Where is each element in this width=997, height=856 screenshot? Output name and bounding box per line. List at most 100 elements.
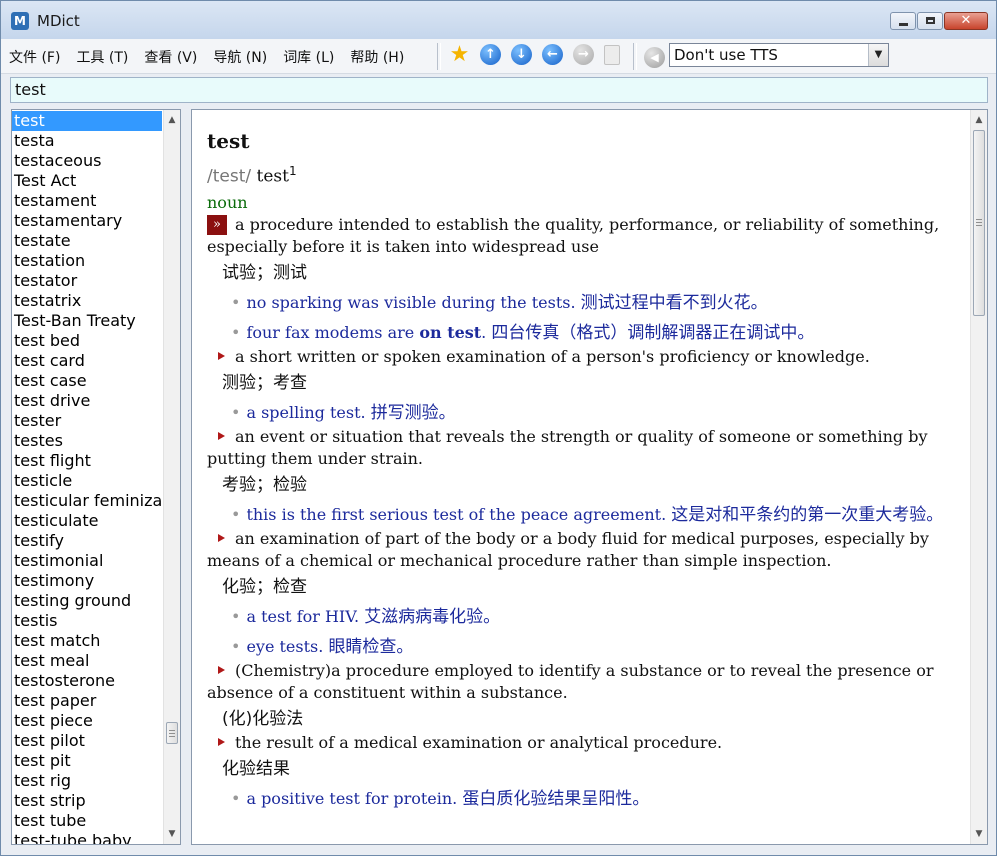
example-sentence: • a spelling test. 拼写测验。 [231, 400, 957, 426]
scroll-up-icon[interactable]: ▲ [971, 112, 987, 128]
word-list-item[interactable]: test bed [12, 331, 162, 351]
menu-navigate[interactable]: 导航 (N) [213, 47, 267, 67]
example-text: a positive test for protein. [246, 788, 458, 808]
search-input[interactable]: test [10, 77, 988, 103]
sense-definition: » a procedure intended to establish the q… [207, 214, 957, 258]
close-button[interactable]: ✕ [944, 12, 988, 30]
forward-icon[interactable]: → [573, 44, 594, 65]
star-icon[interactable]: ★ [449, 44, 470, 66]
word-list-item[interactable]: test match [12, 631, 162, 651]
word-list-item[interactable]: testes [12, 431, 162, 451]
word-list-item[interactable]: testaceous [12, 151, 162, 171]
word-list-item[interactable]: test strip [12, 791, 162, 811]
bullet-icon: • [231, 504, 241, 524]
word-list-item[interactable]: testiculate [12, 511, 162, 531]
word-list-item[interactable]: test paper [12, 691, 162, 711]
word-list-item[interactable]: test tube [12, 811, 162, 831]
example-text: . [481, 322, 487, 342]
sense: (Chemistry)a procedure employed to ident… [207, 660, 957, 732]
word-list-item[interactable]: testatrix [12, 291, 162, 311]
word-list-item[interactable]: testa [12, 131, 162, 151]
word-list-item[interactable]: testis [12, 611, 162, 631]
headword: test [207, 129, 250, 153]
word-list-item[interactable]: test drive [12, 391, 162, 411]
example-translation: 这是对和平条约的第一次重大考验。 [671, 504, 944, 525]
back-icon[interactable]: ← [542, 44, 563, 65]
word-list-item[interactable]: test-tube baby [12, 831, 162, 844]
word-list-item[interactable]: test pilot [12, 731, 162, 751]
bullet-icon: • [231, 788, 241, 808]
word-list-item[interactable]: testosterone [12, 671, 162, 691]
sense: an event or situation that reveals the s… [207, 426, 957, 528]
sense: » a procedure intended to establish the q… [207, 214, 957, 346]
example-translation: 测试过程中看不到火花。 [580, 292, 768, 313]
definition-text: an event or situation that reveals the s… [207, 426, 928, 468]
app-logo-icon: M [11, 12, 29, 30]
menu-file[interactable]: 文件 (F) [9, 47, 60, 67]
word-list-item[interactable]: Test Act [12, 171, 162, 191]
homograph-number: 1 [288, 164, 297, 178]
word-list-item[interactable]: test meal [12, 651, 162, 671]
clipboard-icon[interactable] [604, 45, 620, 65]
menu-help[interactable]: 帮助 (H) [350, 47, 404, 67]
word-list-item[interactable]: testicular feminiza [12, 491, 162, 511]
chinese-translation: 化验；检查 [222, 576, 307, 597]
example-translation: 眼睛检查。 [328, 636, 414, 657]
scroll-thumb[interactable] [973, 130, 985, 316]
maximize-button[interactable] [917, 12, 943, 30]
menu-library[interactable]: 词库 (L) [283, 47, 334, 67]
bullet-icon: • [231, 402, 241, 422]
bullet-icon: • [231, 322, 241, 342]
minimize-icon [899, 23, 908, 26]
word-list-scrollbar[interactable]: ▲ ▼ [163, 110, 180, 844]
word-list-item[interactable]: tester [12, 411, 162, 431]
word-list-item[interactable]: testator [12, 271, 162, 291]
word-list-item[interactable]: testamentary [12, 211, 162, 231]
example-sentence: • a test for HIV. 艾滋病病毒化验。 [231, 604, 957, 630]
scroll-down-icon[interactable]: ▼ [164, 826, 180, 842]
example-translation: 拼写测验。 [370, 402, 456, 423]
word-list-item[interactable]: test piece [12, 711, 162, 731]
word-list-item[interactable]: test flight [12, 451, 162, 471]
sense-definition: a short written or spoken examination of… [207, 346, 957, 368]
sense: the result of a medical examination or a… [207, 732, 957, 812]
word-list-item[interactable]: test [12, 111, 162, 131]
definition-text: a procedure intended to establish the qu… [207, 214, 940, 256]
dictionary-entry: test /test/ test1 noun » a procedure inte… [207, 130, 957, 812]
word-list-item[interactable]: testing ground [12, 591, 162, 611]
word-list-item[interactable]: testimony [12, 571, 162, 591]
scroll-thumb[interactable] [166, 722, 178, 744]
part-of-speech: noun [207, 192, 248, 212]
word-list-item[interactable]: test case [12, 371, 162, 391]
chevron-down-icon[interactable]: ▼ [868, 44, 888, 66]
word-list-item[interactable]: testicle [12, 471, 162, 491]
definition-scrollbar[interactable]: ▲ ▼ [970, 110, 987, 844]
word-list-item[interactable]: testimonial [12, 551, 162, 571]
scroll-down-icon[interactable]: ▼ [971, 826, 987, 842]
chinese-translation: 试验；测试 [222, 262, 307, 283]
sense-marker-icon[interactable]: » [207, 214, 227, 235]
down-icon[interactable]: ↓ [511, 44, 532, 65]
toolbar-icons: ★ ↑ ↓ ← → [449, 44, 630, 66]
chinese-translation: 化验结果 [222, 758, 290, 779]
word-list-item[interactable]: testate [12, 231, 162, 251]
tts-select[interactable]: Don't use TTS ▼ [669, 43, 889, 67]
word-list-item[interactable]: test pit [12, 751, 162, 771]
word-list-item[interactable]: testament [12, 191, 162, 211]
example-text: a test for HIV. [246, 606, 360, 626]
menu-tools[interactable]: 工具 (T) [76, 47, 128, 67]
word-list-item[interactable]: testify [12, 531, 162, 551]
tts-speaker-icon[interactable]: ◀ [644, 47, 665, 68]
up-icon[interactable]: ↑ [480, 44, 501, 65]
title-bar[interactable]: M MDict ✕ [1, 1, 996, 39]
minimize-button[interactable] [890, 12, 916, 30]
word-list-item[interactable]: test card [12, 351, 162, 371]
word-list-item[interactable]: test rig [12, 771, 162, 791]
window-title: MDict [37, 12, 80, 30]
scroll-up-icon[interactable]: ▲ [164, 112, 180, 128]
menu-view[interactable]: 查看 (V) [144, 47, 197, 67]
sense-triangle-icon [218, 432, 225, 441]
word-list-item[interactable]: Test-Ban Treaty [12, 311, 162, 331]
definition-text: a short written or spoken examination of… [235, 346, 870, 366]
word-list-item[interactable]: testation [12, 251, 162, 271]
